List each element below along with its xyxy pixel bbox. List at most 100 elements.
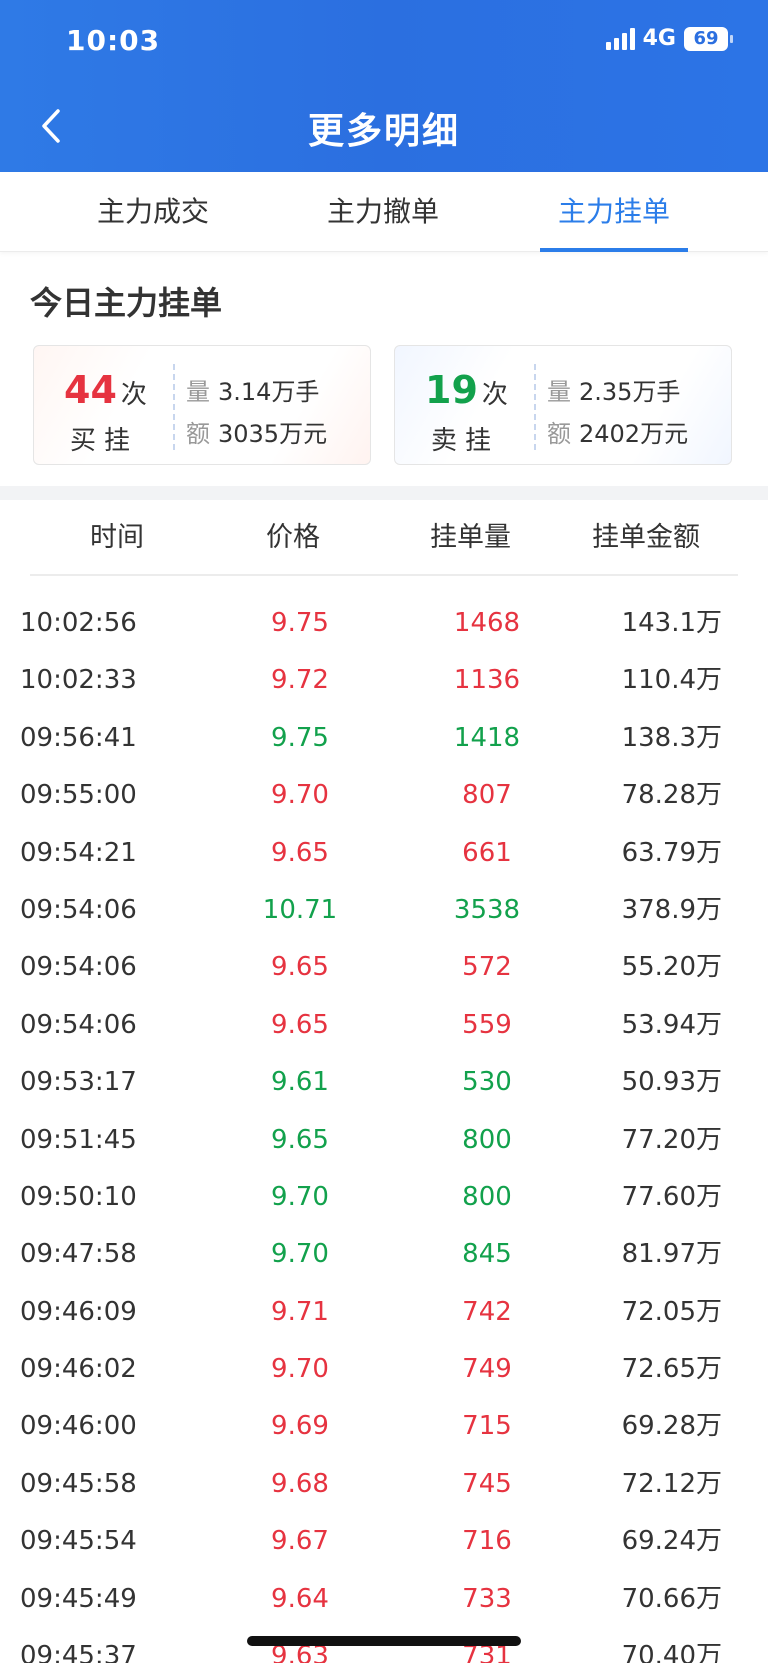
row-amount: 378.9万 bbox=[621, 894, 722, 925]
row-amount: 143.1万 bbox=[621, 608, 722, 638]
row-amount: 72.05万 bbox=[621, 1296, 722, 1327]
row-volume: 733 bbox=[462, 1583, 512, 1614]
header-amount: 挂单金额 bbox=[592, 522, 700, 553]
row-price: 9.65 bbox=[271, 1124, 329, 1155]
row-price: 9.75 bbox=[271, 608, 329, 638]
status-indicators: 4G 69 bbox=[605, 26, 733, 51]
row-time: 09:45:49 bbox=[20, 1583, 137, 1614]
row-time: 09:51:45 bbox=[20, 1124, 137, 1155]
table-row[interactable]: 09:47:58 9.70 845 81.97万 bbox=[0, 1226, 768, 1283]
row-amount: 55.20万 bbox=[621, 952, 722, 983]
buy-orders-card: 44 次 买挂 量 3.14万手 额 3035万元 bbox=[33, 345, 371, 465]
row-volume: 800 bbox=[462, 1181, 512, 1212]
row-time: 09:54:06 bbox=[20, 894, 137, 925]
table-header: 时间 价格 挂单量 挂单金额 bbox=[30, 500, 738, 576]
table-row[interactable]: 09:54:06 10.71 3538 378.9万 bbox=[0, 882, 768, 939]
row-time: 09:46:02 bbox=[20, 1354, 137, 1385]
row-price: 10.71 bbox=[262, 894, 338, 925]
row-volume: 1418 bbox=[453, 722, 521, 753]
battery-icon: 69 bbox=[684, 26, 733, 51]
row-time: 10:02:33 bbox=[20, 665, 137, 696]
row-time: 09:53:17 bbox=[20, 1067, 137, 1098]
row-volume: 572 bbox=[462, 952, 512, 983]
row-time: 09:45:37 bbox=[20, 1641, 137, 1663]
buy-count-number: 44 bbox=[64, 368, 117, 412]
row-volume: 749 bbox=[462, 1354, 512, 1385]
row-price: 9.75 bbox=[271, 722, 329, 753]
table-row[interactable]: 09:55:00 9.70 807 78.28万 bbox=[0, 767, 768, 824]
table-row[interactable]: 09:46:09 9.71 742 72.05万 bbox=[0, 1284, 768, 1341]
table-row[interactable]: 10:02:56 9.75 1468 143.1万 bbox=[0, 595, 768, 652]
section-title: 今日主力挂单 bbox=[30, 284, 223, 322]
row-time: 09:50:10 bbox=[20, 1181, 137, 1212]
divider bbox=[173, 364, 175, 450]
sell-amount: 额 2402万元 bbox=[547, 420, 689, 448]
table-row[interactable]: 09:45:58 9.68 745 72.12万 bbox=[0, 1456, 768, 1513]
row-volume: 1468 bbox=[453, 608, 521, 638]
tab-main-trades[interactable]: 主力成交 bbox=[78, 172, 228, 252]
table-row[interactable]: 09:54:06 9.65 572 55.20万 bbox=[0, 939, 768, 996]
row-amount: 72.65万 bbox=[621, 1354, 722, 1385]
row-volume: 715 bbox=[462, 1411, 512, 1442]
table-row[interactable]: 09:46:02 9.70 749 72.65万 bbox=[0, 1341, 768, 1398]
table-row[interactable]: 09:45:54 9.67 716 69.24万 bbox=[0, 1513, 768, 1570]
table-row[interactable]: 09:53:17 9.61 530 50.93万 bbox=[0, 1054, 768, 1111]
buy-count-unit: 次 bbox=[120, 380, 147, 410]
sell-count-unit: 次 bbox=[481, 380, 508, 410]
row-price: 9.61 bbox=[271, 1067, 329, 1098]
row-amount: 70.40万 bbox=[621, 1641, 722, 1663]
sell-label: 卖挂 bbox=[431, 426, 500, 456]
row-time: 09:47:58 bbox=[20, 1239, 137, 1270]
sell-count-number: 19 bbox=[425, 368, 478, 412]
table-row[interactable]: 09:45:49 9.64 733 70.66万 bbox=[0, 1571, 768, 1628]
tab-main-cancels[interactable]: 主力撤单 bbox=[308, 172, 458, 252]
header-volume: 挂单量 bbox=[430, 522, 511, 553]
section-divider bbox=[0, 486, 768, 500]
row-price: 9.70 bbox=[271, 1354, 329, 1385]
row-amount: 69.24万 bbox=[621, 1526, 722, 1557]
app-header: 10:03 4G 69 更多明细 bbox=[0, 0, 768, 172]
row-time: 09:46:00 bbox=[20, 1411, 137, 1442]
sell-orders-card: 19 次 卖挂 量 2.35万手 额 2402万元 bbox=[394, 345, 732, 465]
tab-main-orders[interactable]: 主力挂单 bbox=[540, 172, 688, 252]
row-price: 9.65 bbox=[271, 837, 329, 868]
row-time: 09:54:06 bbox=[20, 952, 137, 983]
row-price: 9.69 bbox=[271, 1411, 329, 1442]
signal-icon bbox=[605, 27, 635, 50]
orders-list[interactable]: 10:02:56 9.75 1468 143.1万 10:02:33 9.72 1136 11… bbox=[0, 595, 768, 1663]
row-amount: 78.28万 bbox=[621, 780, 722, 811]
row-volume: 807 bbox=[462, 780, 512, 811]
table-row[interactable]: 09:54:21 9.65 661 63.79万 bbox=[0, 825, 768, 882]
row-price: 9.70 bbox=[271, 780, 329, 811]
home-indicator bbox=[247, 1636, 521, 1646]
row-volume: 530 bbox=[462, 1067, 512, 1098]
table-row[interactable]: 09:51:45 9.65 800 77.20万 bbox=[0, 1112, 768, 1169]
row-amount: 72.12万 bbox=[621, 1468, 722, 1499]
row-price: 9.70 bbox=[271, 1239, 329, 1270]
divider bbox=[534, 364, 536, 450]
status-time: 10:03 bbox=[66, 24, 161, 57]
row-amount: 77.60万 bbox=[621, 1181, 722, 1212]
table-row[interactable]: 09:50:10 9.70 800 77.60万 bbox=[0, 1169, 768, 1226]
table-row[interactable]: 10:02:33 9.72 1136 110.4万 bbox=[0, 652, 768, 709]
row-price: 9.67 bbox=[271, 1526, 329, 1557]
row-amount: 69.28万 bbox=[621, 1411, 722, 1442]
row-amount: 77.20万 bbox=[621, 1124, 722, 1155]
row-volume: 845 bbox=[462, 1239, 512, 1270]
buy-label: 买挂 bbox=[70, 426, 139, 456]
header-time: 时间 bbox=[90, 522, 144, 553]
table-row[interactable]: 09:54:06 9.65 559 53.94万 bbox=[0, 997, 768, 1054]
row-volume: 716 bbox=[462, 1526, 512, 1557]
row-volume: 800 bbox=[462, 1124, 512, 1155]
row-amount: 110.4万 bbox=[621, 665, 722, 696]
row-price: 9.64 bbox=[271, 1583, 329, 1614]
row-price: 9.65 bbox=[271, 952, 329, 983]
row-time: 09:56:41 bbox=[20, 722, 137, 753]
row-amount: 138.3万 bbox=[621, 722, 722, 753]
table-row[interactable]: 09:56:41 9.75 1418 138.3万 bbox=[0, 710, 768, 767]
row-volume: 1136 bbox=[453, 665, 521, 696]
row-amount: 63.79万 bbox=[621, 837, 722, 868]
row-amount: 70.66万 bbox=[621, 1583, 722, 1614]
table-row[interactable]: 09:46:00 9.69 715 69.28万 bbox=[0, 1398, 768, 1455]
network-type: 4G bbox=[642, 26, 676, 51]
